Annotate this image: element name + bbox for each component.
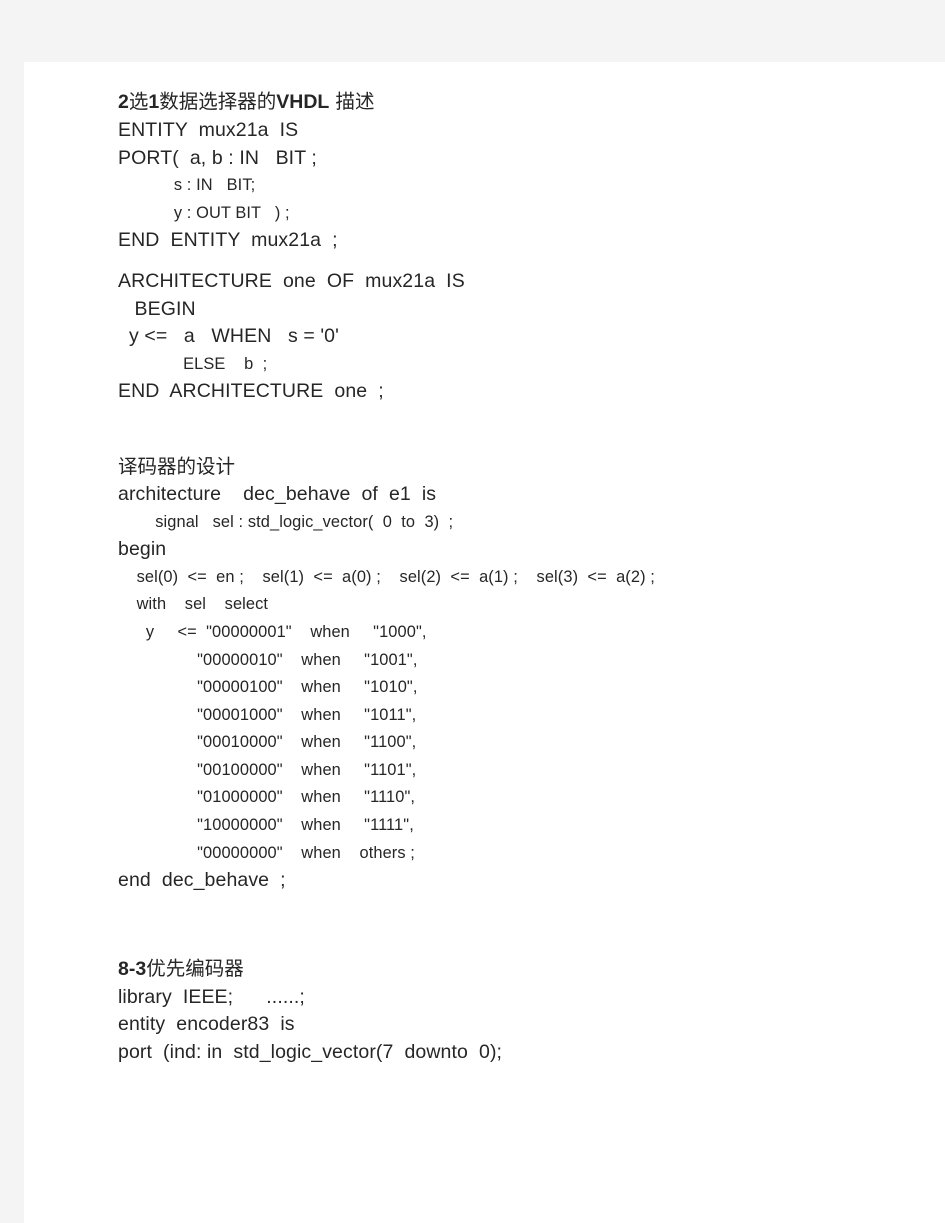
document-content: 2选1数据选择器的VHDL 描述 ENTITY mux21a IS PORT( … [24, 62, 945, 1067]
heading-cjk-part: 描述 [329, 90, 375, 113]
heading-latin-part: 8-3 [118, 957, 147, 980]
code-line: port (ind: in std_logic_vector(7 downto … [118, 1041, 503, 1064]
section-decoder: 译码器的设计 architecture dec_behave of e1 is … [24, 453, 945, 895]
code-line: BEGIN [118, 297, 196, 320]
page-sheet: 2选1数据选择器的VHDL 描述 ENTITY mux21a IS PORT( … [24, 62, 945, 1223]
code-line: y : OUT BIT ) ; [118, 203, 290, 222]
code-line: ENTITY mux21a IS [118, 119, 299, 141]
code-line: signal sel : std_logic_vector( 0 to 3) ; [118, 512, 454, 531]
section-heading-mux21a: 2选1数据选择器的VHDL 描述 [24, 88, 945, 116]
code-line: begin [118, 538, 167, 561]
page-gutter-top [0, 0, 945, 62]
section-heading-encoder83: 8-3优先编码器 [24, 955, 945, 983]
heading-cjk-part: 优先编码器 [146, 956, 244, 980]
code-line: architecture dec_behave of e1 is [118, 482, 437, 505]
code-line: ARCHITECTURE one OF mux21a IS [118, 269, 465, 292]
code-line: end dec_behave ; [118, 869, 286, 892]
code-line: "00100000" when "1101", [118, 760, 417, 779]
code-line: "00000010" when "1001", [118, 650, 418, 669]
heading-latin-part: VHDL [276, 91, 330, 113]
code-line: "10000000" when "1111", [118, 816, 414, 835]
code-line: library IEEE; ......; [118, 985, 305, 1008]
code-line: entity encoder83 is [118, 1013, 295, 1036]
section-mux21a: 2选1数据选择器的VHDL 描述 ENTITY mux21a IS PORT( … [24, 88, 945, 406]
code-line: "00000100" when "1010", [118, 678, 418, 697]
code-line: PORT( a, b : IN BIT ; [118, 146, 317, 169]
heading-latin-part: 2 [118, 91, 129, 113]
heading-cjk-part: 数据选择器的 [159, 90, 277, 113]
heading-latin-part: 1 [148, 91, 160, 113]
code-line: with sel select [118, 595, 269, 614]
code-line: s : IN BIT; [118, 176, 256, 195]
code-line: END ARCHITECTURE one ; [118, 380, 384, 403]
code-line: "01000000" when "1110", [118, 788, 416, 807]
code-line: y <= "00000001" when "1000", [118, 622, 427, 641]
code-line: "00001000" when "1011", [118, 705, 417, 724]
code-line: "00010000" when "1100", [118, 733, 417, 752]
page-gutter-left [0, 0, 24, 1223]
code-line: "00000000" when others ; [118, 843, 415, 862]
section-encoder83: 8-3优先编码器 library IEEE; ......; entity en… [24, 955, 945, 1067]
section-heading-decoder: 译码器的设计 [118, 454, 236, 478]
code-line: ELSE b ; [118, 354, 268, 373]
code-line: END ENTITY mux21a ; [118, 229, 338, 252]
code-line: y <= a WHEN s = '0' [118, 325, 339, 348]
heading-cjk-part: 选 [128, 90, 149, 113]
code-line: sel(0) <= en ; sel(1) <= a(0) ; sel(2) <… [118, 567, 655, 586]
document-page: 2选1数据选择器的VHDL 描述 ENTITY mux21a IS PORT( … [0, 0, 945, 1223]
